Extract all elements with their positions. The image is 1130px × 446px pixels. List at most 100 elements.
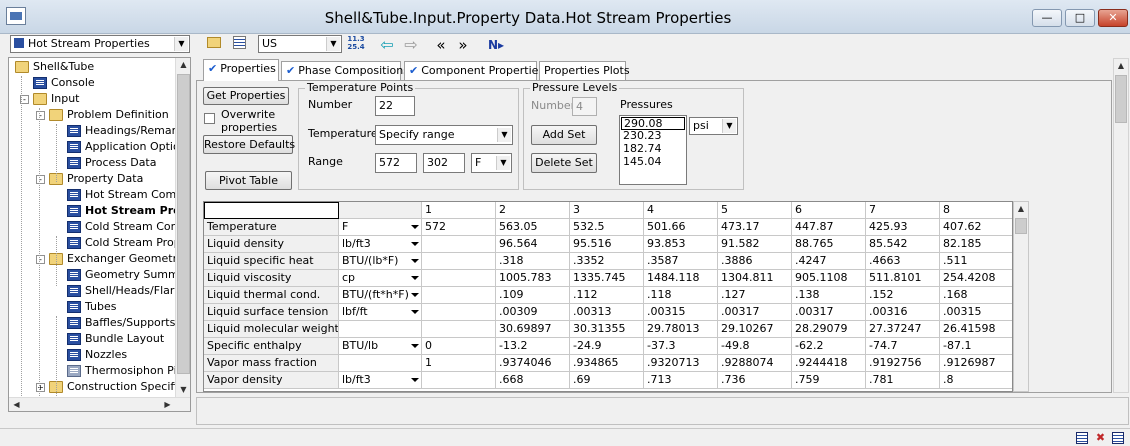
grid-cell[interactable]: .781	[866, 372, 940, 389]
back-arrow-icon[interactable]: ⇦	[376, 36, 398, 54]
grid-cell[interactable]: 1005.783	[496, 270, 570, 287]
grid-cell[interactable]: .318	[496, 253, 570, 270]
grid-cell[interactable]: 26.41598	[940, 321, 1012, 338]
tab-phase-compositions[interactable]: ✔ Phase Compositions	[281, 61, 409, 80]
units-conversion-icon[interactable]: 11.3 25.4	[346, 35, 366, 53]
tree-view-icon[interactable]	[229, 36, 249, 54]
grid-cell[interactable]: 473.17	[718, 219, 792, 236]
grid-cell[interactable]: .3886	[718, 253, 792, 270]
grid-cell[interactable]: 254.4208	[940, 270, 1012, 287]
grid-cell[interactable]: 27.37247	[866, 321, 940, 338]
grid-cell[interactable]: 29.78013	[644, 321, 718, 338]
grid-cell[interactable]: -13.2	[496, 338, 570, 355]
range-to-input[interactable]: 302	[423, 153, 465, 173]
grid-cell[interactable]: .127	[718, 287, 792, 304]
tree-scroll-thumb[interactable]	[177, 74, 190, 374]
grid-cell[interactable]: .69	[570, 372, 644, 389]
collapse-icon[interactable]: -	[36, 111, 45, 120]
grid-cell[interactable]: .4663	[866, 253, 940, 270]
grid-cell[interactable]: 532.5	[570, 219, 644, 236]
grid-cell[interactable]: 1304.811	[718, 270, 792, 287]
grid-cell[interactable]: .152	[866, 287, 940, 304]
panel-scroll-thumb[interactable]	[1115, 75, 1127, 123]
grid-cell[interactable]: .112	[570, 287, 644, 304]
scroll-up-icon[interactable]: ▲	[1114, 59, 1128, 73]
chevron-down-icon[interactable]	[411, 378, 419, 382]
grid-unit-cell[interactable]: F	[339, 219, 422, 236]
grid-cell[interactable]: -87.1	[940, 338, 1012, 355]
error-icon[interactable]: ✖	[1094, 432, 1107, 444]
grid-cell[interactable]: 30.69897	[496, 321, 570, 338]
grid-cell[interactable]: .8	[940, 372, 1012, 389]
grid-cell[interactable]: -24.9	[570, 338, 644, 355]
grid-unit-cell[interactable]: lb/ft3	[339, 372, 422, 389]
grid-cell[interactable]	[422, 270, 496, 287]
previous-form-icon[interactable]: «	[430, 36, 452, 54]
tile-windows-icon[interactable]	[1076, 432, 1088, 444]
grid-cell[interactable]: -49.8	[718, 338, 792, 355]
grid-cell[interactable]: .00309	[496, 304, 570, 321]
pressure-value[interactable]: 145.04	[621, 156, 685, 169]
grid-cell[interactable]: 511.8101	[866, 270, 940, 287]
scroll-left-icon[interactable]: ◀	[9, 398, 24, 411]
chevron-down-icon[interactable]	[411, 293, 419, 297]
properties-grid[interactable]: 1 2 3 4 5 6 7 8 Temperature F 572 563.05 532.5 501.66…	[203, 201, 1013, 392]
grid-cell[interactable]: 96.564	[496, 236, 570, 253]
tab-properties-plots[interactable]: Properties Plots	[539, 61, 630, 80]
grid-cell[interactable]: 95.516	[570, 236, 644, 253]
collapse-icon[interactable]: -	[36, 175, 45, 184]
grid-cell[interactable]: 91.582	[718, 236, 792, 253]
tab-properties[interactable]: ✔ Properties	[203, 59, 279, 81]
grid-cell[interactable]: 30.31355	[570, 321, 644, 338]
grid-unit-cell[interactable]: BTU/lb	[339, 338, 422, 355]
grid-cell[interactable]: .118	[644, 287, 718, 304]
grid-cell[interactable]: 93.853	[644, 236, 718, 253]
grid-cell[interactable]	[422, 321, 496, 338]
grid-cell[interactable]: .3352	[570, 253, 644, 270]
pivot-table-button[interactable]: Pivot Table	[205, 171, 292, 190]
grid-cell[interactable]: .9192756	[866, 355, 940, 372]
grid-cell[interactable]: .3587	[644, 253, 718, 270]
pressure-unit-select[interactable]: psi ▼	[689, 117, 738, 135]
scroll-right-icon[interactable]: ▶	[160, 398, 175, 411]
temperature-number-input[interactable]: 22	[375, 96, 415, 116]
grid-unit-cell[interactable]: BTU/(ft*h*F)	[339, 287, 422, 304]
cascade-windows-icon[interactable]	[1112, 432, 1124, 444]
grid-cell[interactable]: .00313	[570, 304, 644, 321]
add-set-button[interactable]: Add Set	[531, 125, 597, 145]
temperatures-mode-select[interactable]: Specify range ▼	[375, 125, 513, 145]
range-unit-select[interactable]: F ▼	[471, 153, 512, 173]
tree-horizontal-scrollbar[interactable]: ◀ ▶	[9, 397, 190, 411]
units-select[interactable]: US ▼	[258, 35, 342, 53]
grid-unit-cell[interactable]: BTU/(lb*F)	[339, 253, 422, 270]
grid-cell[interactable]: 1335.745	[570, 270, 644, 287]
grid-cell[interactable]: .00315	[644, 304, 718, 321]
close-button[interactable]: ✕	[1098, 9, 1128, 27]
grid-cell[interactable]: .511	[940, 253, 1012, 270]
delete-set-button[interactable]: Delete Set	[531, 153, 597, 173]
forward-arrow-icon[interactable]: ⇨	[400, 36, 422, 54]
grid-cell[interactable]: 29.10267	[718, 321, 792, 338]
grid-cell[interactable]: .00315	[940, 304, 1012, 321]
next-form-icon[interactable]: »	[452, 36, 474, 54]
minimize-button[interactable]: —	[1032, 9, 1062, 27]
grid-scroll-thumb[interactable]	[1015, 218, 1027, 234]
expand-icon[interactable]: +	[36, 383, 45, 392]
navigation-tree[interactable]: Shell&Tube Console Input - Problem Definitio…	[8, 57, 191, 412]
grid-cell[interactable]: 425.93	[866, 219, 940, 236]
scroll-down-icon[interactable]: ▼	[176, 383, 190, 397]
grid-cell[interactable]	[422, 304, 496, 321]
tree-vertical-scrollbar[interactable]: ▲ ▼	[175, 58, 190, 397]
chevron-down-icon[interactable]	[411, 225, 419, 229]
grid-cell[interactable]: .668	[496, 372, 570, 389]
grid-cell[interactable]: .9126987	[940, 355, 1012, 372]
chevron-down-icon[interactable]	[411, 276, 419, 280]
grid-unit-cell[interactable]: lb/ft3	[339, 236, 422, 253]
grid-cell[interactable]: .9320713	[644, 355, 718, 372]
grid-cell[interactable]: .168	[940, 287, 1012, 304]
grid-cell[interactable]: .138	[792, 287, 866, 304]
scroll-up-icon[interactable]: ▲	[1014, 202, 1028, 216]
pressures-list[interactable]: 290.08 230.23 182.74 145.04	[619, 115, 687, 185]
range-from-input[interactable]: 572	[375, 153, 417, 173]
grid-cell[interactable]	[422, 287, 496, 304]
